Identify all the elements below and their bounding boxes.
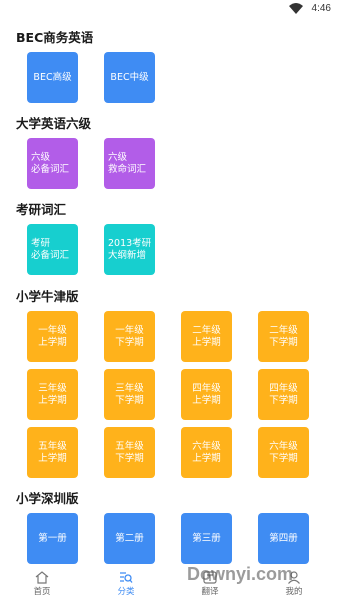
nav-label-home: 首页 [33, 587, 51, 597]
nav-label-profile: 我的 [285, 587, 303, 597]
tile-oxford-grade3-term2[interactable]: 三年级 下学期 [104, 369, 155, 420]
tile-oxford-grade5-term1[interactable]: 五年级 上学期 [27, 427, 78, 478]
tile-oxford-grade1-term1[interactable]: 一年级 上学期 [27, 311, 78, 362]
tile-shenzhen-book4[interactable]: 第四册 [258, 513, 309, 564]
tile-postgrad-essential[interactable]: 考研 必备词汇 [27, 224, 78, 275]
nav-label-category: 分类 [117, 587, 135, 597]
tile-bec-intermediate[interactable]: BEC中级 [104, 52, 155, 103]
tile-oxford-grade4-term2[interactable]: 四年级 下学期 [258, 369, 309, 420]
nav-item-category[interactable]: 分类 [101, 568, 151, 600]
tile-oxford-grade2-term1[interactable]: 二年级 上学期 [181, 311, 232, 362]
tile-oxford-grade6-term1[interactable]: 六年级 上学期 [181, 427, 232, 478]
section-title-oxford: 小学牛津版 [16, 289, 79, 304]
tile-oxford-grade5-term2[interactable]: 五年级 下学期 [104, 427, 155, 478]
wifi-icon [289, 3, 303, 14]
watermark: Downyi.com [187, 564, 294, 584]
status-bar: 4:46 [0, 0, 337, 18]
tile-bec-advanced[interactable]: BEC高级 [27, 52, 78, 103]
section-title-shenzhen: 小学深圳版 [16, 491, 79, 506]
nav-label-translate: 翻译 [201, 587, 219, 597]
section-title-postgrad: 考研词汇 [16, 202, 67, 217]
tile-shenzhen-book1[interactable]: 第一册 [27, 513, 78, 564]
tile-oxford-grade4-term1[interactable]: 四年级 上学期 [181, 369, 232, 420]
tile-shenzhen-book2[interactable]: 第二册 [104, 513, 155, 564]
category-search-icon [120, 572, 133, 583]
tile-oxford-grade2-term2[interactable]: 二年级 下学期 [258, 311, 309, 362]
tile-postgrad-2013[interactable]: 2013考研 大纲新增 [104, 224, 155, 275]
tile-cet6-essential[interactable]: 六级 必备词汇 [27, 138, 78, 189]
home-icon [35, 571, 49, 584]
tile-cet6-rescue[interactable]: 六级 救命词汇 [104, 138, 155, 189]
nav-item-home[interactable]: 首页 [17, 568, 67, 600]
tile-oxford-grade3-term1[interactable]: 三年级 上学期 [27, 369, 78, 420]
tile-oxford-grade1-term2[interactable]: 一年级 下学期 [104, 311, 155, 362]
section-title-cet6: 大学英语六级 [16, 116, 92, 131]
tile-shenzhen-book3[interactable]: 第三册 [181, 513, 232, 564]
section-title-bec: BEC商务英语 [16, 30, 94, 45]
tile-oxford-grade6-term2[interactable]: 六年级 下学期 [258, 427, 309, 478]
status-time: 4:46 [311, 3, 331, 14]
